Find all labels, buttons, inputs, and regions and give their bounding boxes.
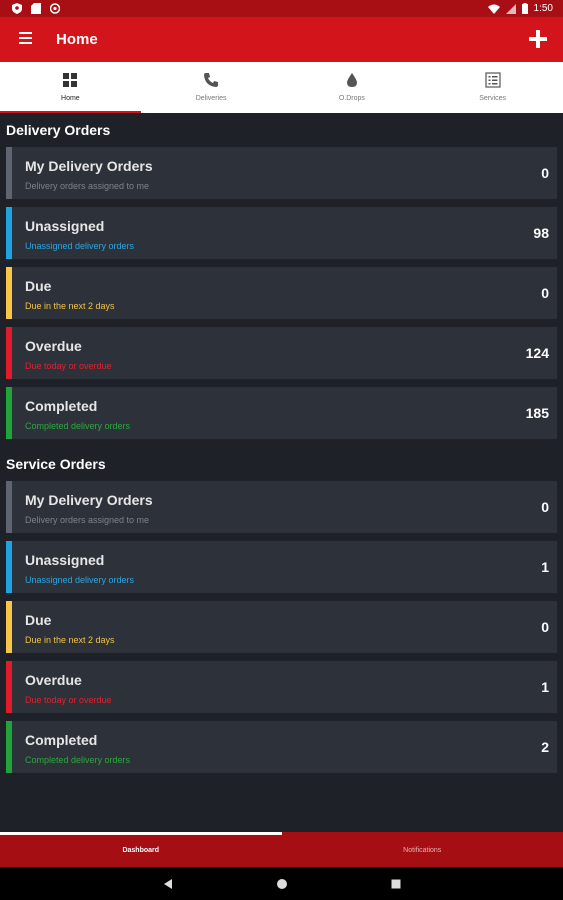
card-subtitle: Due in the next 2 days bbox=[25, 635, 115, 645]
menu-icon bbox=[18, 32, 32, 34]
status-color-bar bbox=[6, 481, 12, 533]
status-color-bar bbox=[6, 541, 12, 593]
card-subtitle: Due today or overdue bbox=[25, 695, 112, 705]
card-title: My Delivery Orders bbox=[25, 492, 153, 508]
back-icon[interactable] bbox=[161, 877, 175, 891]
grid-icon bbox=[63, 73, 78, 87]
card-subtitle: Due in the next 2 days bbox=[25, 301, 115, 311]
tab-odrops[interactable]: O.Drops bbox=[282, 62, 423, 113]
card-count: 1 bbox=[541, 679, 549, 695]
phone-icon bbox=[204, 73, 219, 87]
tab-bar: Home Deliveries O.Drops Services bbox=[0, 62, 563, 113]
card-title: Unassigned bbox=[25, 218, 105, 234]
clock: 1:50 bbox=[533, 3, 553, 14]
status-color-bar bbox=[6, 721, 12, 773]
card-title: My Delivery Orders bbox=[25, 158, 153, 174]
status-color-bar bbox=[6, 387, 12, 439]
shield-icon bbox=[12, 3, 22, 14]
nav-notifications[interactable]: Notifications bbox=[282, 832, 563, 867]
card-title: Unassigned bbox=[25, 552, 105, 568]
signal-icon bbox=[505, 3, 516, 14]
card-title: Completed bbox=[25, 398, 98, 414]
card-title: Completed bbox=[25, 732, 98, 748]
card-service-completed[interactable]: Completed Completed delivery orders 2 bbox=[6, 721, 557, 773]
card-subtitle: Delivery orders assigned to me bbox=[25, 181, 150, 191]
card-count: 0 bbox=[541, 619, 549, 635]
card-subtitle: Unassigned delivery orders bbox=[25, 241, 135, 251]
card-service-unassigned[interactable]: Unassigned Unassigned delivery orders 1 bbox=[6, 541, 557, 593]
drop-icon bbox=[346, 73, 357, 87]
card-count: 98 bbox=[533, 225, 549, 241]
card-delivery-overdue[interactable]: Overdue Due today or overdue 124 bbox=[6, 327, 557, 379]
card-title: Overdue bbox=[25, 672, 82, 688]
tab-services[interactable]: Services bbox=[422, 62, 563, 113]
card-subtitle: Delivery orders assigned to me bbox=[25, 515, 150, 525]
card-subtitle: Completed delivery orders bbox=[25, 421, 131, 431]
status-color-bar bbox=[6, 327, 12, 379]
tab-deliveries[interactable]: Deliveries bbox=[141, 62, 282, 113]
sd-card-icon bbox=[31, 3, 41, 14]
card-title: Due bbox=[25, 278, 52, 294]
nav-dashboard[interactable]: Dashboard bbox=[0, 832, 282, 867]
card-delivery-completed[interactable]: Completed Completed delivery orders 185 bbox=[6, 387, 557, 439]
card-count: 124 bbox=[525, 345, 549, 361]
card-service-due[interactable]: Due Due in the next 2 days 0 bbox=[6, 601, 557, 653]
status-bar: 1:50 bbox=[0, 0, 563, 17]
tab-label: Home bbox=[61, 95, 80, 102]
card-delivery-my-orders[interactable]: My Delivery Orders Delivery orders assig… bbox=[6, 147, 557, 199]
wifi-icon bbox=[487, 4, 500, 14]
sync-icon bbox=[50, 3, 60, 14]
section-title-delivery-orders: Delivery Orders bbox=[6, 122, 111, 138]
app-bar: Home bbox=[0, 17, 563, 62]
list-icon bbox=[485, 72, 501, 88]
section-title-service-orders: Service Orders bbox=[6, 456, 106, 472]
card-count: 0 bbox=[541, 165, 549, 181]
status-color-bar bbox=[6, 601, 12, 653]
card-count: 2 bbox=[541, 739, 549, 755]
tab-home[interactable]: Home bbox=[0, 62, 141, 113]
card-delivery-due[interactable]: Due Due in the next 2 days 0 bbox=[6, 267, 557, 319]
card-subtitle: Completed delivery orders bbox=[25, 755, 131, 765]
card-subtitle: Due today or overdue bbox=[25, 361, 112, 371]
card-service-my-orders[interactable]: My Delivery Orders Delivery orders assig… bbox=[6, 481, 557, 533]
system-nav-bar bbox=[0, 867, 563, 900]
menu-button[interactable] bbox=[14, 29, 36, 51]
card-service-overdue[interactable]: Overdue Due today or overdue 1 bbox=[6, 661, 557, 713]
card-title: Due bbox=[25, 612, 52, 628]
status-color-bar bbox=[6, 207, 12, 259]
status-color-bar bbox=[6, 147, 12, 199]
home-circle-icon[interactable] bbox=[275, 877, 289, 891]
bottom-nav: Dashboard Notifications bbox=[0, 832, 563, 867]
card-count: 0 bbox=[541, 499, 549, 515]
card-subtitle: Unassigned delivery orders bbox=[25, 575, 135, 585]
card-count: 1 bbox=[541, 559, 549, 575]
card-title: Overdue bbox=[25, 338, 82, 354]
battery-icon bbox=[521, 3, 528, 14]
recents-icon[interactable] bbox=[389, 877, 403, 891]
tab-label: Services bbox=[479, 95, 507, 102]
page-title: Home bbox=[56, 31, 98, 48]
add-icon[interactable] bbox=[525, 26, 551, 52]
card-count: 0 bbox=[541, 285, 549, 301]
tab-label: O.Drops bbox=[338, 95, 365, 102]
card-count: 185 bbox=[525, 405, 549, 421]
card-delivery-unassigned[interactable]: Unassigned Unassigned delivery orders 98 bbox=[6, 207, 557, 259]
status-color-bar bbox=[6, 267, 12, 319]
tab-label: Deliveries bbox=[195, 95, 227, 102]
status-color-bar bbox=[6, 661, 12, 713]
